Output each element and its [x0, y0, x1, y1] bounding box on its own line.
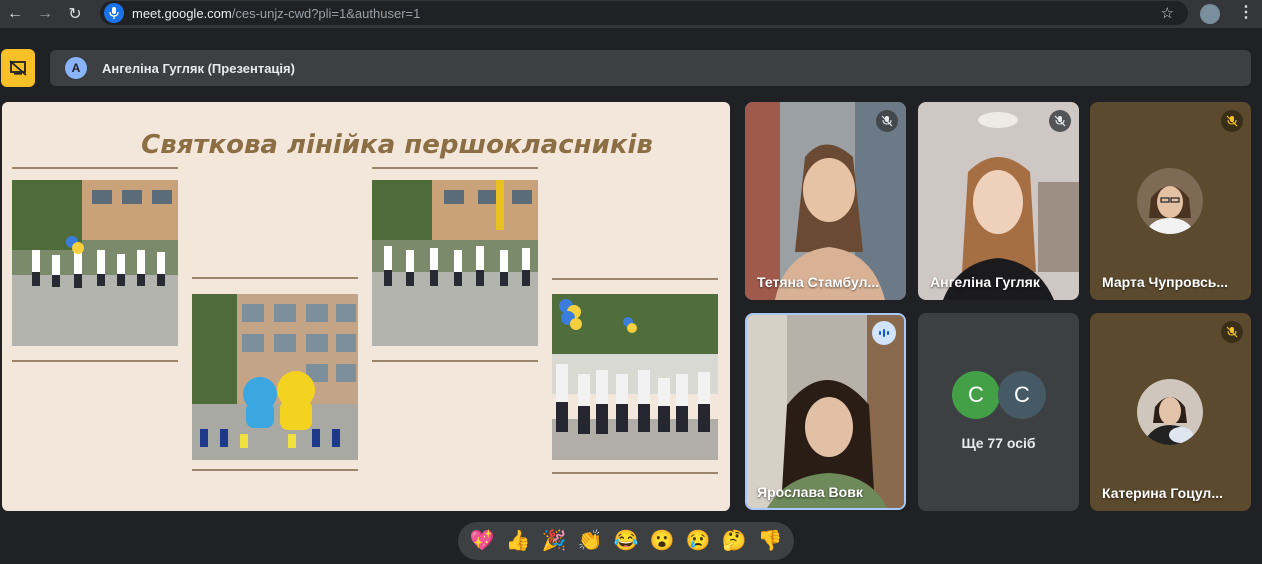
- clapping-hands-icon[interactable]: 👏: [578, 531, 603, 551]
- mic-off-icon: [1221, 321, 1243, 343]
- presenter-bar: A Ангеліна Гугляк (Презентація): [50, 50, 1251, 86]
- more-participants-tile[interactable]: С С Ще 77 осіб: [918, 313, 1079, 511]
- participant-avatar: [1137, 168, 1203, 234]
- browser-toolbar: ← → ↻ meet.google.com/ces-unjz-cwd?pli=1…: [0, 0, 1262, 28]
- presenter-label: Ангеліна Гугляк (Презентація): [102, 60, 295, 76]
- bookmark-star-icon[interactable]: ☆: [1161, 4, 1174, 22]
- participant-name: Тетяна Стамбул...: [757, 274, 880, 290]
- slide-divider: [192, 277, 358, 279]
- thumbs-up-icon[interactable]: 👍: [506, 531, 531, 551]
- presenter-avatar: A: [65, 57, 87, 79]
- slide-divider: [372, 360, 538, 362]
- profile-avatar[interactable]: [1200, 4, 1220, 24]
- participant-avatar: [1137, 379, 1203, 445]
- slide-divider: [12, 360, 178, 362]
- slide-photo: [372, 180, 538, 346]
- reactions-bar: 💖 👍 🎉 👏 😂 😮 😢 🤔 👎: [458, 522, 794, 560]
- forward-icon[interactable]: →: [30, 0, 60, 28]
- slide-divider: [372, 167, 538, 169]
- more-menu-icon[interactable]: ⋮: [1238, 2, 1254, 22]
- slide-divider: [192, 469, 358, 471]
- participant-name: Ангеліна Гугляк: [930, 274, 1040, 290]
- speaking-indicator-icon: [872, 321, 896, 345]
- url-text: meet.google.com/ces-unjz-cwd?pli=1&authu…: [132, 5, 421, 21]
- crying-face-icon[interactable]: 😢: [686, 531, 711, 551]
- participant-name: Марта Чупровсь...: [1102, 274, 1229, 290]
- participant-avatar: С: [998, 371, 1046, 419]
- slide-photo: [12, 180, 178, 346]
- mic-off-icon: [876, 110, 898, 132]
- back-icon[interactable]: ←: [0, 0, 30, 28]
- slide-divider: [12, 167, 178, 169]
- slide-title: Святкова лінійка першокласників: [141, 130, 653, 160]
- slide-photo: [552, 294, 718, 460]
- participant-tile[interactable]: Марта Чупровсь...: [1090, 102, 1251, 300]
- thumbs-down-icon[interactable]: 👎: [758, 531, 783, 551]
- thinking-face-icon[interactable]: 🤔: [722, 531, 747, 551]
- tears-of-joy-icon[interactable]: 😂: [614, 531, 639, 551]
- mic-off-icon: [1221, 110, 1243, 132]
- sparkling-heart-icon[interactable]: 💖: [470, 531, 495, 551]
- slide-divider: [552, 472, 718, 474]
- participant-tile[interactable]: Тетяна Стамбул...: [745, 102, 906, 300]
- mic-off-icon: [1049, 110, 1071, 132]
- participant-name: Ярослава Вовк: [757, 484, 863, 500]
- reload-icon[interactable]: ↻: [60, 0, 90, 28]
- presentation-off-icon[interactable]: [1, 49, 35, 87]
- surprised-face-icon[interactable]: 😮: [650, 531, 675, 551]
- party-popper-icon[interactable]: 🎉: [542, 531, 567, 551]
- slide-photo: [192, 294, 358, 460]
- participant-avatar: С: [952, 371, 1000, 419]
- address-bar[interactable]: meet.google.com/ces-unjz-cwd?pli=1&authu…: [100, 1, 1188, 25]
- participant-name: Катерина Гоцул...: [1102, 485, 1223, 501]
- participant-tile[interactable]: Ангеліна Гугляк: [918, 102, 1079, 300]
- microphone-in-use-icon[interactable]: [104, 3, 124, 23]
- participant-tile-speaking[interactable]: Ярослава Вовк: [745, 313, 906, 510]
- more-participants-label: Ще 77 осіб: [961, 435, 1036, 451]
- participant-tile[interactable]: Катерина Гоцул...: [1090, 313, 1251, 511]
- presentation-slide: Святкова лінійка першокласників: [2, 102, 730, 511]
- slide-divider: [552, 278, 718, 280]
